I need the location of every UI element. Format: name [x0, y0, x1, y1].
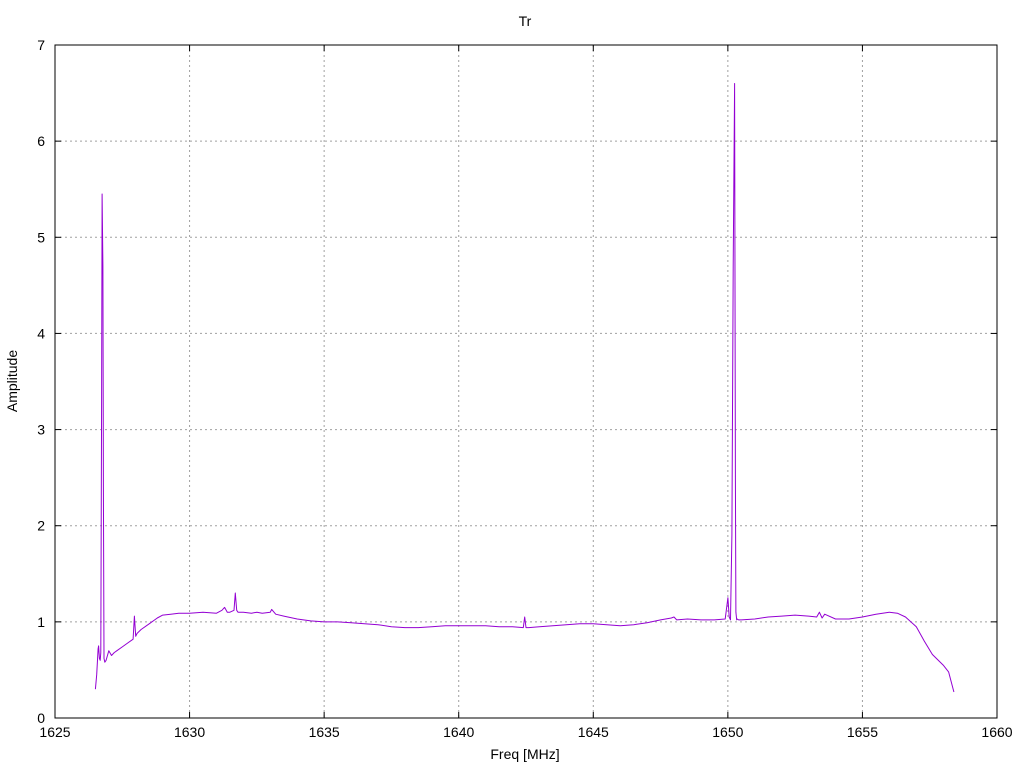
y-tick-label: 5	[37, 229, 45, 245]
y-axis-title: Amplitude	[4, 350, 20, 412]
x-tick-label: 1660	[981, 724, 1012, 740]
chart-background	[0, 0, 1024, 768]
x-axis-title: Freq [MHz]	[490, 746, 559, 762]
y-tick-label: 4	[37, 325, 45, 341]
x-tick-label: 1630	[174, 724, 205, 740]
x-tick-label: 1625	[39, 724, 70, 740]
x-tick-label: 1640	[443, 724, 474, 740]
x-tick-label: 1655	[847, 724, 878, 740]
y-tick-label: 6	[37, 133, 45, 149]
y-tick-label: 1	[37, 614, 45, 630]
chart: 1625 1630 1635 1640 1645 1650 1655 1660 0 1 2 3 4 5 6 7…	[0, 0, 1024, 768]
x-tick-label: 1645	[578, 724, 609, 740]
chart-title: Tr	[519, 13, 532, 29]
y-tick-label: 0	[37, 710, 45, 726]
y-tick-label: 7	[37, 37, 45, 53]
x-tick-label: 1635	[309, 724, 340, 740]
x-tick-label: 1650	[712, 724, 743, 740]
y-tick-label: 3	[37, 422, 45, 438]
y-tick-label: 2	[37, 518, 45, 534]
